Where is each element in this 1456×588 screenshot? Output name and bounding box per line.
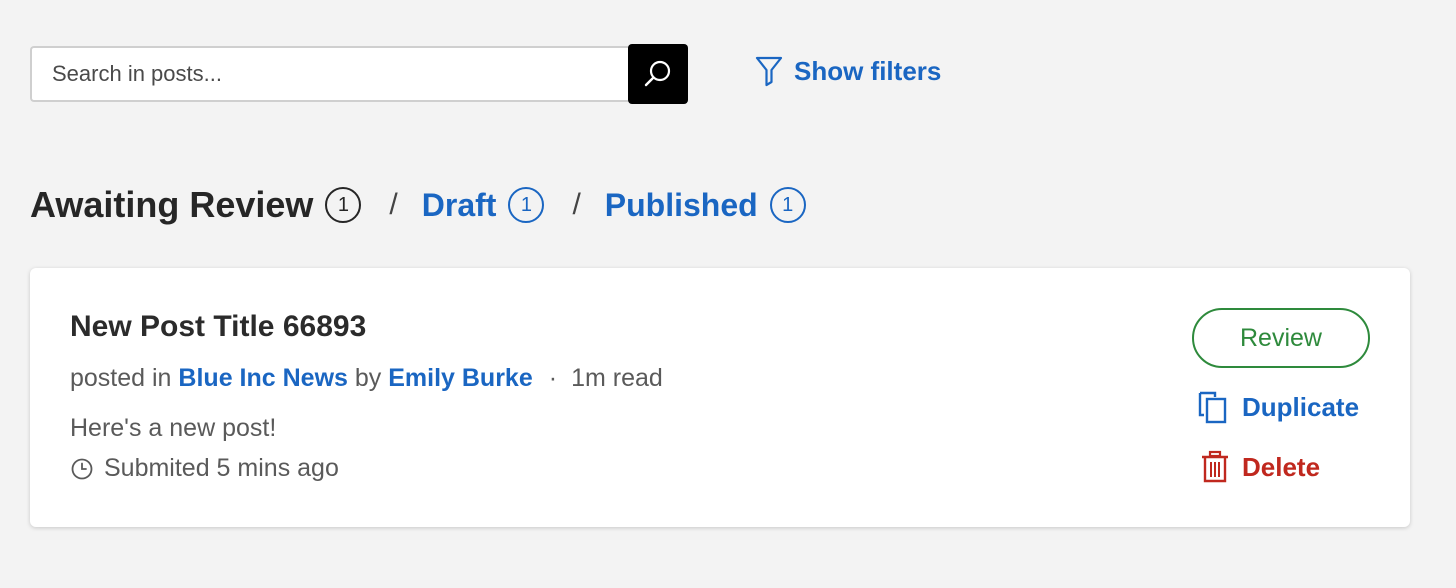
show-filters-button[interactable]: Show filters xyxy=(754,55,941,87)
tab-published[interactable]: Published 1 xyxy=(605,187,806,224)
submitted-label: Submited 5 mins ago xyxy=(104,454,339,482)
clock-icon xyxy=(71,458,93,479)
status-tabs: Awaiting Review 1 / Draft 1 / Published … xyxy=(30,184,806,226)
search-input[interactable] xyxy=(32,61,628,87)
search-bar xyxy=(30,44,688,104)
tab-label: Draft xyxy=(421,186,497,223)
count-badge: 1 xyxy=(508,187,545,223)
count-badge: 1 xyxy=(769,187,806,223)
post-excerpt: Here's a new post! xyxy=(70,414,277,442)
count-badge: 1 xyxy=(325,187,362,223)
tab-separator: / xyxy=(572,188,581,221)
publication-link[interactable]: Blue Inc News xyxy=(178,364,348,393)
tab-awaiting-review[interactable]: Awaiting Review 1 xyxy=(30,184,362,226)
tab-label: Awaiting Review xyxy=(30,184,314,225)
submitted-time: Submited 5 mins ago xyxy=(70,454,339,483)
duplicate-label: Duplicate xyxy=(1242,391,1360,422)
filter-icon xyxy=(755,56,783,87)
post-meta: posted in Blue Inc News by Emily Burke ·… xyxy=(70,364,663,393)
author-link[interactable]: Emily Burke xyxy=(388,364,533,393)
search-button[interactable] xyxy=(628,44,688,104)
delete-label: Delete xyxy=(1242,451,1321,482)
tab-label: Published xyxy=(604,186,758,223)
search-icon xyxy=(644,60,671,87)
show-filters-label: Show filters xyxy=(794,55,942,86)
meta-separator: · xyxy=(548,364,558,392)
tab-separator: / xyxy=(389,188,398,221)
review-button[interactable]: Review xyxy=(1192,308,1370,368)
post-card: New Post Title 66893 posted in Blue Inc … xyxy=(30,268,1410,527)
search-field-container xyxy=(30,46,628,102)
read-time: 1m read xyxy=(571,364,663,392)
post-title: New Post Title 66893 xyxy=(70,310,367,343)
trash-icon xyxy=(1202,450,1228,483)
posts-page: Show filters Awaiting Review 1 / Draft 1… xyxy=(0,0,1456,588)
copy-icon xyxy=(1198,391,1227,424)
posted-in-label: posted in xyxy=(70,364,172,392)
delete-button[interactable]: Delete xyxy=(1200,450,1320,484)
tab-draft[interactable]: Draft 1 xyxy=(422,187,545,224)
by-label: by xyxy=(354,364,382,392)
duplicate-button[interactable]: Duplicate xyxy=(1196,390,1359,424)
